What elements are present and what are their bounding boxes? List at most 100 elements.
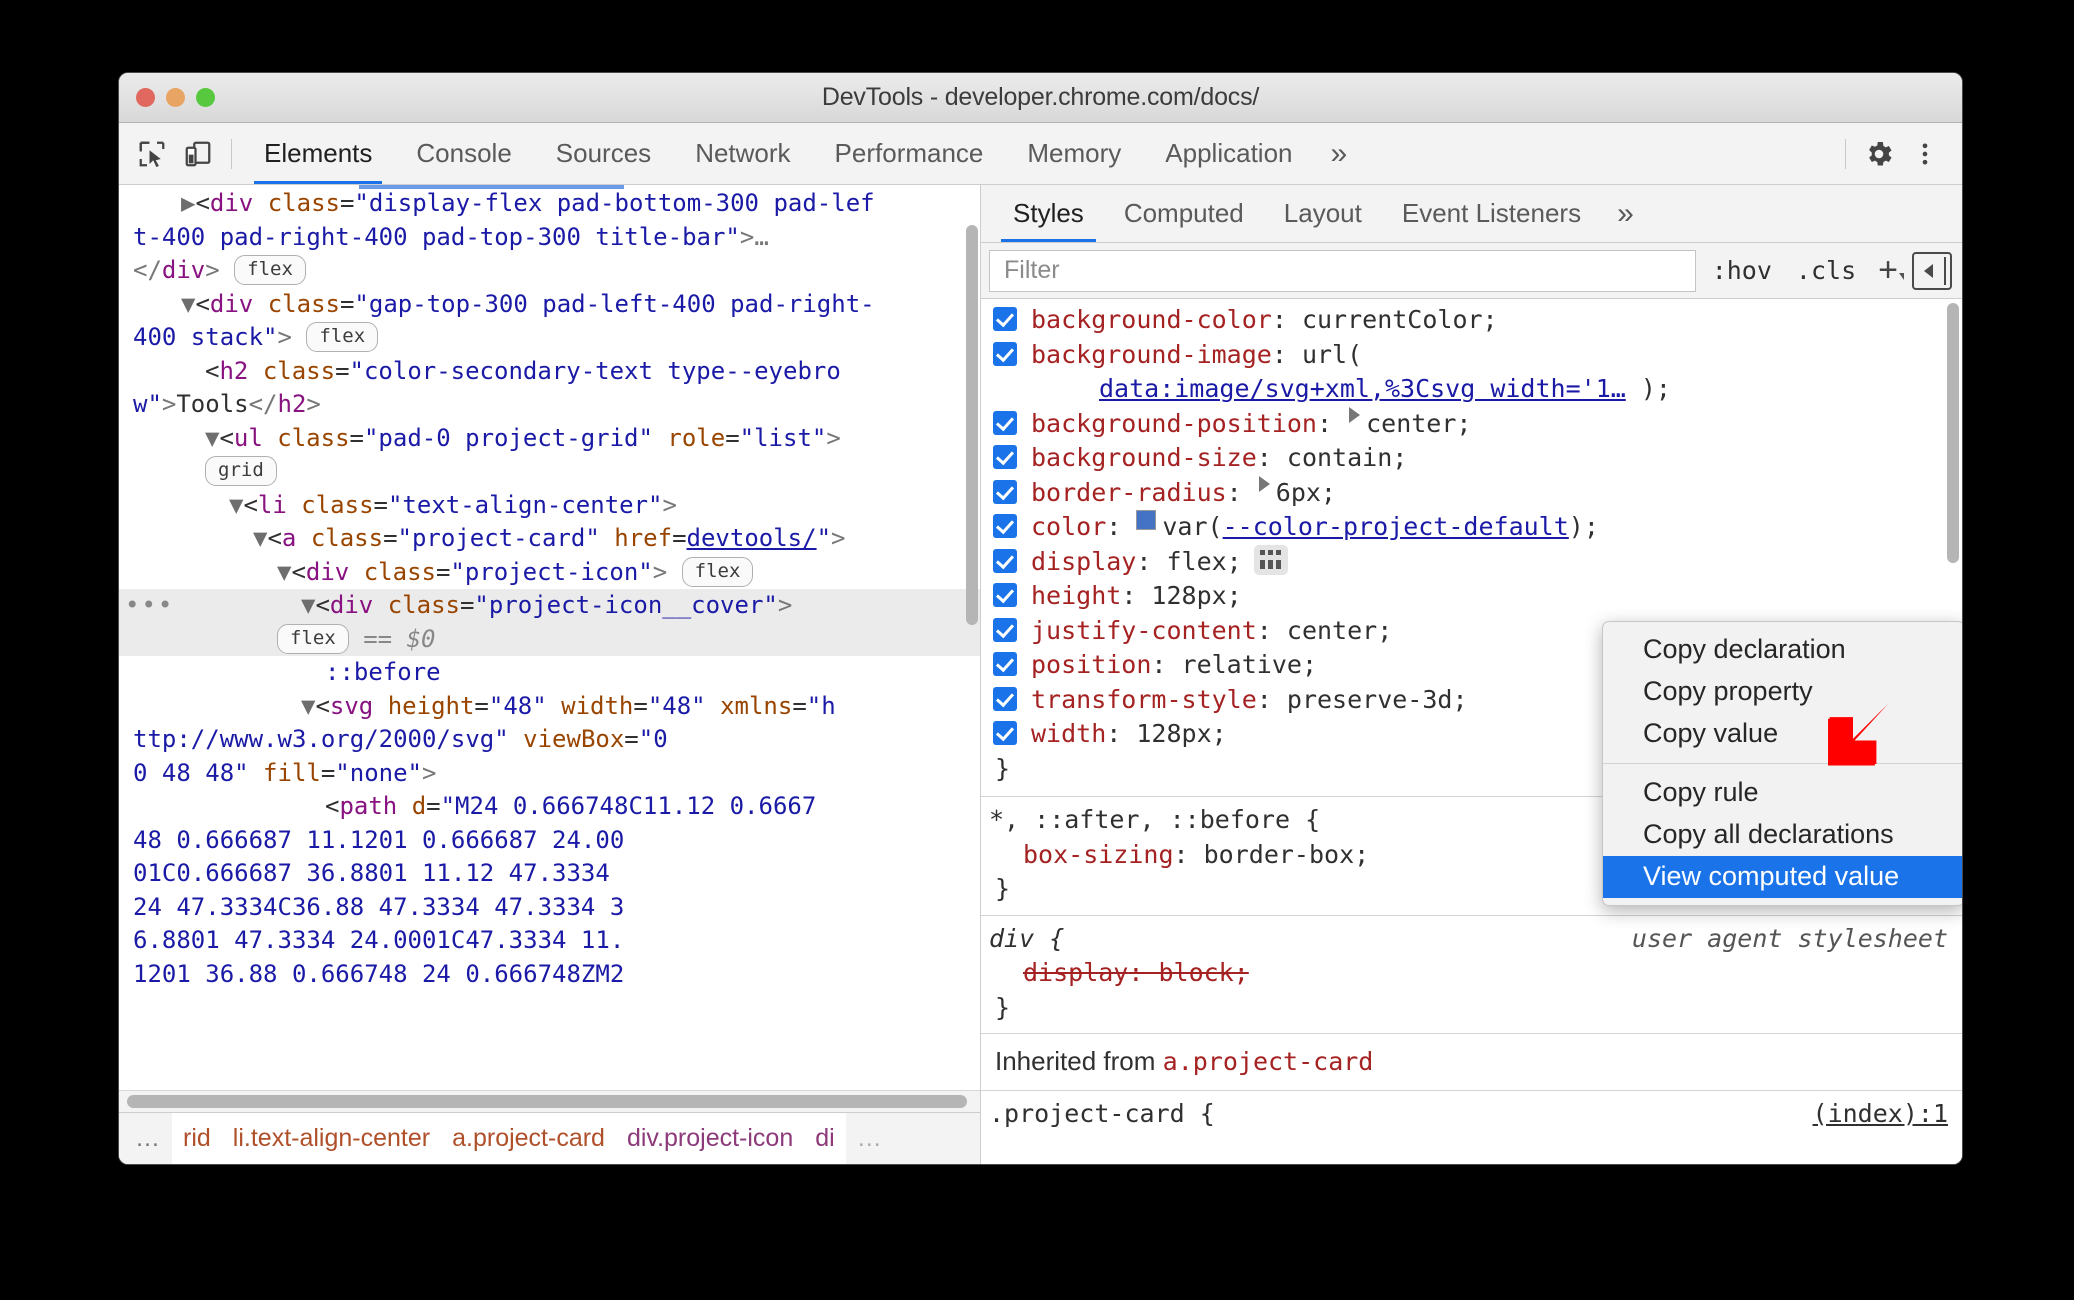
- css-declaration[interactable]: background-color: currentColor;: [981, 303, 1962, 338]
- inspect-element-icon[interactable]: [129, 131, 175, 177]
- dom-tree-node[interactable]: w">Tools</h2>: [119, 388, 980, 422]
- breadcrumb-overflow-right[interactable]: …: [846, 1124, 895, 1153]
- css-declaration[interactable]: height: 128px;: [981, 579, 1962, 614]
- context-menu-item-copy-value[interactable]: Copy value: [1603, 713, 1962, 755]
- styles-more-tabs-icon[interactable]: »: [1601, 185, 1650, 242]
- collapse-arrow-icon[interactable]: ▼: [253, 524, 267, 552]
- dom-tree-node[interactable]: ▼<svg height="48" width="48" xmlns="h: [119, 690, 980, 724]
- declaration-value[interactable]: relative;: [1182, 648, 1317, 683]
- cls-button[interactable]: .cls: [1788, 256, 1864, 285]
- declaration-value[interactable]: : border-box;: [1174, 838, 1370, 873]
- tab-sources[interactable]: Sources: [534, 123, 673, 184]
- gear-icon[interactable]: [1856, 131, 1902, 177]
- breadcrumb-item-grid[interactable]: rid: [172, 1124, 222, 1153]
- declaration-property[interactable]: background-image: [1031, 338, 1272, 373]
- css-declaration[interactable]: color: var(--color-project-default);: [981, 510, 1962, 545]
- dom-tree-vertical-scrollbar[interactable]: [966, 225, 978, 625]
- stylesheet-source-link[interactable]: (index):1: [1813, 1097, 1962, 1132]
- context-menu-item-copy-rule[interactable]: Copy rule: [1603, 772, 1962, 814]
- declaration-property[interactable]: display: [1023, 956, 1128, 991]
- rule-selector[interactable]: .project-card {: [989, 1097, 1215, 1132]
- declaration-property[interactable]: box-sizing: [1023, 838, 1174, 873]
- css-declaration[interactable]: background-size: contain;: [981, 441, 1962, 476]
- declaration-value[interactable]: : block;: [1128, 956, 1248, 991]
- declaration-property[interactable]: width: [1031, 717, 1106, 752]
- declaration-value[interactable]: center;: [1287, 614, 1392, 649]
- declaration-property[interactable]: transform-style: [1031, 683, 1257, 718]
- tab-performance[interactable]: Performance: [813, 123, 1006, 184]
- css-variable-link[interactable]: --color-project-default: [1223, 510, 1569, 545]
- tab-network[interactable]: Network: [673, 123, 812, 184]
- declaration-checkbox[interactable]: [993, 341, 1017, 366]
- collapse-arrow-icon[interactable]: ▼: [181, 290, 195, 318]
- declaration-property[interactable]: background-size: [1031, 441, 1257, 476]
- dom-tree-node[interactable]: ▼<li class="text-align-center">: [119, 489, 980, 523]
- declaration-value[interactable]: 6px;: [1276, 476, 1336, 511]
- breadcrumb-item-div-project-icon[interactable]: div.project-icon: [616, 1124, 804, 1153]
- css-declaration[interactable]: data:image/svg+xml,%3Csvg width='1… );: [981, 372, 1962, 407]
- css-declaration[interactable]: border-radius: 6px;: [981, 475, 1962, 511]
- flexbox-editor-icon[interactable]: [1253, 544, 1288, 575]
- declaration-value[interactable]: contain;: [1287, 441, 1407, 476]
- declaration-value[interactable]: 128px;: [1151, 579, 1241, 614]
- dom-tree-node[interactable]: grid: [119, 455, 980, 489]
- dom-node-menu-icon[interactable]: •••: [125, 589, 174, 623]
- declaration-property[interactable]: justify-content: [1031, 614, 1257, 649]
- collapse-arrow-icon[interactable]: ▼: [301, 692, 315, 720]
- dom-tree-hscroll-thumb[interactable]: [127, 1095, 967, 1108]
- declaration-property[interactable]: display: [1031, 545, 1136, 580]
- declaration-checkbox[interactable]: [993, 514, 1017, 538]
- declaration-value[interactable]: center;: [1366, 407, 1471, 442]
- declaration-checkbox[interactable]: [993, 721, 1017, 745]
- dom-tree-node[interactable]: ▼<a class="project-card" href=devtools/"…: [119, 522, 980, 556]
- declaration-checkbox[interactable]: [993, 479, 1017, 504]
- toggle-sidebar-icon[interactable]: [1912, 251, 1952, 290]
- dom-tree-node[interactable]: ••• ▼<div class="project-icon__cover">: [119, 589, 980, 623]
- declaration-checkbox[interactable]: [993, 652, 1017, 676]
- dom-tree-node[interactable]: ▶<div class="display-flex pad-bottom-300…: [119, 187, 980, 221]
- dom-tree-node[interactable]: t-400 pad-right-400 pad-top-300 title-ba…: [119, 221, 980, 255]
- dom-tree-node[interactable]: 1201 36.88 0.666748 24 0.666748ZM2: [119, 958, 980, 992]
- collapse-arrow-icon[interactable]: ▼: [301, 591, 315, 619]
- hov-button[interactable]: :hov: [1704, 256, 1780, 285]
- dom-tree-node[interactable]: ▼<div class="gap-top-300 pad-left-400 pa…: [119, 288, 980, 322]
- declaration-checkbox[interactable]: [993, 445, 1017, 469]
- context-menu-item-copy-all-declarations[interactable]: Copy all declarations: [1603, 814, 1962, 856]
- dom-tree-node[interactable]: <h2 class="color-secondary-text type--ey…: [119, 355, 980, 389]
- dom-tree[interactable]: ▶<div class="display-flex pad-bottom-300…: [119, 185, 980, 1090]
- styles-vertical-scrollbar[interactable]: [1947, 303, 1959, 563]
- more-tabs-icon[interactable]: »: [1315, 123, 1364, 184]
- context-menu-item-copy-property[interactable]: Copy property: [1603, 671, 1962, 713]
- declaration-value[interactable]: url(: [1302, 338, 1362, 373]
- declaration-value[interactable]: flex;: [1166, 545, 1241, 580]
- declaration-value[interactable]: 128px;: [1136, 717, 1226, 752]
- declaration-property[interactable]: color: [1031, 510, 1106, 545]
- dom-tree-node[interactable]: ::before: [119, 656, 980, 690]
- plus-icon[interactable]: +: [1872, 251, 1904, 290]
- expand-value-arrow-icon[interactable]: [1258, 475, 1270, 492]
- context-menu-item-copy-declaration[interactable]: Copy declaration: [1603, 629, 1962, 671]
- dom-tree-node[interactable]: 01C0.666687 36.8801 11.12 47.3334: [119, 857, 980, 891]
- declaration-checkbox[interactable]: [993, 548, 1017, 573]
- expand-value-arrow-icon[interactable]: [1349, 406, 1361, 423]
- declaration-property[interactable]: height: [1031, 579, 1121, 614]
- dom-tree-horizontal-scrollbar[interactable]: [119, 1090, 980, 1112]
- declaration-value[interactable]: var(: [1162, 510, 1222, 545]
- tab-application[interactable]: Application: [1143, 123, 1314, 184]
- collapse-arrow-icon[interactable]: ▼: [277, 558, 291, 586]
- dom-tree-node[interactable]: 6.8801 47.3334 24.0001C47.3334 11.: [119, 924, 980, 958]
- declaration-value[interactable]: preserve-3d;: [1287, 683, 1468, 718]
- css-declaration[interactable]: display: block;: [981, 956, 1962, 991]
- rule-selector[interactable]: div {: [989, 922, 1064, 957]
- breadcrumb-item-li[interactable]: li.text-align-center: [222, 1124, 441, 1153]
- context-menu[interactable]: Copy declaration Copy property Copy value C…: [1602, 621, 1962, 906]
- declaration-checkbox[interactable]: [993, 307, 1017, 331]
- dom-tree-node[interactable]: 48 0.666687 11.1201 0.666687 24.00: [119, 824, 980, 858]
- expand-arrow-icon[interactable]: ▶: [181, 189, 195, 217]
- rule-selector[interactable]: *, ::after, ::before {: [989, 803, 1320, 838]
- device-toolbar-icon[interactable]: [175, 131, 221, 177]
- css-declaration[interactable]: background-image: url(: [981, 338, 1962, 373]
- dom-tree-node[interactable]: flex == $0: [119, 622, 980, 656]
- declaration-property[interactable]: position: [1031, 648, 1151, 683]
- dom-tree-node[interactable]: 0 48 48" fill="none">: [119, 757, 980, 791]
